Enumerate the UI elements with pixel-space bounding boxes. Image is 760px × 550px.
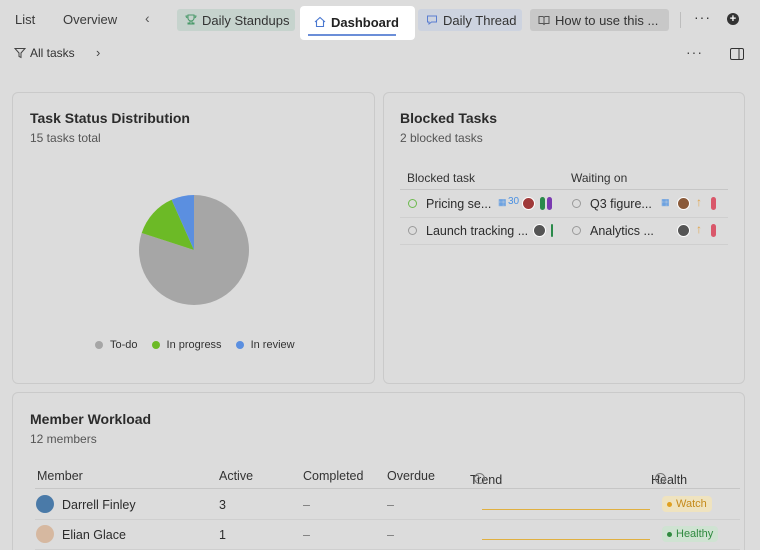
- tab-list[interactable]: List: [15, 12, 35, 27]
- sidebar-toggle-icon[interactable]: [730, 47, 744, 65]
- pie-chart: [139, 195, 249, 305]
- blocked-card: Blocked Tasks 2 blocked tasks Blocked ta…: [383, 92, 745, 384]
- card-title: Member Workload: [30, 411, 152, 427]
- tab-how-to[interactable]: How to use this ...: [530, 9, 669, 31]
- col-waiting-on: Waiting on: [571, 171, 628, 185]
- tab-bar: List Overview ‹ Daily Standups Dashboard…: [0, 0, 760, 40]
- status-icon: [572, 199, 581, 208]
- trophy-icon: [185, 14, 197, 26]
- filter-bar: All tasks › ···: [0, 38, 760, 68]
- legend-item: To-do: [95, 339, 138, 351]
- status-icon: [408, 199, 417, 208]
- active-count: 3: [219, 498, 226, 512]
- chevron-right-icon[interactable]: ›: [96, 45, 100, 60]
- calendar-icon: ▦: [498, 197, 507, 207]
- help-icon[interactable]: ?: [655, 473, 666, 484]
- tab-daily-thread[interactable]: Daily Thread: [418, 9, 522, 31]
- task-name: Analytics ...: [590, 224, 654, 238]
- card-subtitle: 12 members: [30, 432, 97, 446]
- priority-icon: [540, 197, 545, 210]
- legend-swatch: [95, 341, 103, 349]
- tab-label: Daily Standups: [202, 12, 290, 28]
- health-label: Watch: [676, 498, 707, 510]
- card-subtitle: 15 tasks total: [30, 131, 101, 145]
- table-row[interactable]: Launch tracking ... Analytics ... ↑: [400, 218, 728, 245]
- avatar: [36, 495, 54, 513]
- task-badge: 30: [508, 196, 520, 207]
- table-header: Member Active Completed Overdue Trend ? …: [35, 465, 740, 489]
- add-icon[interactable]: +: [727, 13, 739, 25]
- help-icon[interactable]: ?: [474, 473, 485, 484]
- health-label: Healthy: [676, 528, 714, 540]
- table-header: Blocked task Waiting on: [400, 168, 728, 190]
- legend-swatch: [235, 341, 244, 349]
- home-icon: [314, 16, 326, 28]
- trend-sparkline: [482, 509, 650, 510]
- divider: [680, 12, 681, 28]
- avatar: [533, 224, 546, 237]
- chart-legend: To-do In progress In review: [95, 339, 295, 351]
- calendar-icon: ▦: [661, 197, 670, 207]
- book-icon: [538, 14, 550, 26]
- table-row[interactable]: Elian Glace 1 – – Healthy: [35, 520, 740, 550]
- card-subtitle: 2 blocked tasks: [400, 131, 483, 145]
- more-options-icon[interactable]: ···: [686, 44, 703, 60]
- legend-swatch: [151, 341, 160, 349]
- task-name: Pricing se...: [426, 197, 492, 211]
- tab-daily-standups[interactable]: Daily Standups: [177, 9, 295, 31]
- member-name: Darrell Finley: [62, 498, 136, 512]
- status-card: Task Status Distribution 15 tasks total …: [12, 92, 375, 384]
- tab-dashboard[interactable]: Dashboard: [300, 6, 415, 40]
- task-name: Launch tracking ...: [426, 224, 529, 238]
- legend-item: In review: [235, 339, 295, 351]
- chevron-left-icon[interactable]: ‹: [145, 10, 150, 26]
- completed-count: –: [303, 498, 310, 512]
- priority-icon: [711, 224, 716, 237]
- priority-icon: [551, 224, 553, 237]
- col-blocked-task: Blocked task: [407, 171, 476, 185]
- member-name: Elian Glace: [62, 528, 126, 542]
- health-badge: Healthy: [662, 526, 719, 542]
- filter-button[interactable]: All tasks: [14, 46, 75, 60]
- task-name: Q3 figure...: [590, 197, 652, 211]
- workload-card: Member Workload 12 members Member Active…: [12, 392, 745, 550]
- col-completed: Completed: [303, 469, 364, 483]
- chat-icon: [426, 14, 438, 26]
- avatar: [677, 197, 690, 210]
- priority-icon: [711, 197, 716, 210]
- card-title: Blocked Tasks: [400, 110, 498, 126]
- avatar: [36, 525, 54, 543]
- status-icon: [408, 226, 417, 235]
- tab-label: Dashboard: [331, 14, 399, 30]
- legend-label: In progress: [166, 339, 222, 351]
- health-badge: Watch: [662, 496, 712, 512]
- status-icon: [572, 226, 581, 235]
- card-title: Task Status Distribution: [30, 110, 190, 126]
- tab-overview[interactable]: Overview: [63, 12, 117, 27]
- completed-count: –: [303, 528, 310, 542]
- legend-label: To-do: [110, 339, 138, 351]
- table-row[interactable]: Darrell Finley 3 – – Watch: [35, 490, 740, 520]
- tab-label: How to use this ...: [555, 12, 659, 28]
- arrow-up-icon: ↑: [696, 222, 702, 236]
- active-count: 1: [219, 528, 226, 542]
- arrow-up-icon: ↑: [696, 195, 702, 209]
- overdue-count: –: [387, 498, 394, 512]
- legend-label: In review: [250, 339, 295, 351]
- priority-icon: [547, 197, 552, 210]
- trend-sparkline: [482, 539, 650, 540]
- filter-icon: [14, 47, 26, 59]
- legend-item: In progress: [151, 339, 222, 351]
- more-icon[interactable]: ···: [694, 9, 711, 25]
- col-overdue: Overdue: [387, 469, 435, 483]
- col-member: Member: [37, 469, 83, 483]
- tab-label: Daily Thread: [443, 12, 517, 28]
- col-active: Active: [219, 469, 254, 483]
- avatar: [522, 197, 535, 210]
- avatar: [677, 224, 690, 237]
- table-row[interactable]: Pricing se... ▦ 30 Q3 figure... ▦ ↑: [400, 191, 728, 218]
- overdue-count: –: [387, 528, 394, 542]
- filter-label: All tasks: [30, 46, 75, 60]
